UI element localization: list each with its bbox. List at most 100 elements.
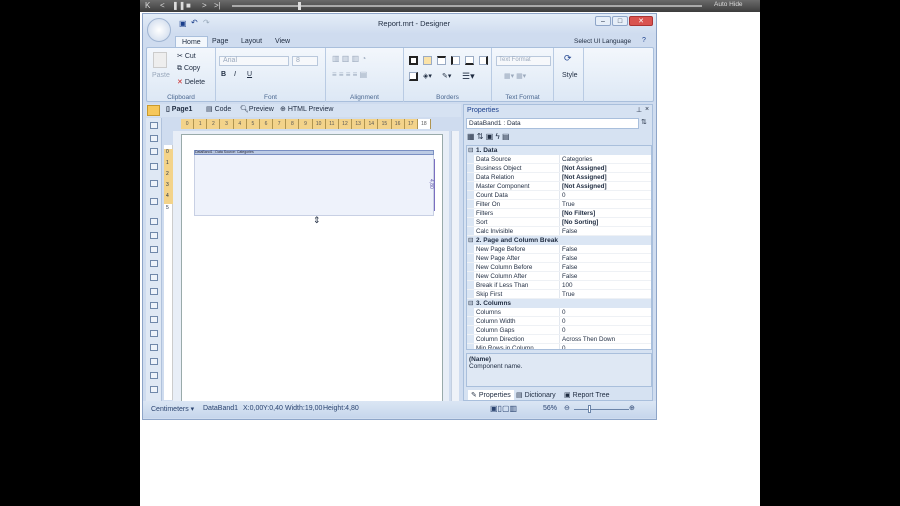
format-buttons[interactable]: ▦▾ ▦▾ <box>504 72 526 80</box>
property-row[interactable]: Skip First True <box>467 290 651 299</box>
units-select[interactable]: Centimeters ▾ <box>151 405 194 413</box>
tool-icon[interactable] <box>150 386 158 393</box>
tool-icon[interactable] <box>150 316 158 323</box>
tool-icon[interactable] <box>150 232 158 239</box>
close-button[interactable]: ✕ <box>629 16 653 26</box>
zoom-out-button[interactable]: ⊖ <box>564 404 570 412</box>
pointer-tool[interactable] <box>147 105 160 116</box>
tool-icon[interactable] <box>150 260 158 267</box>
tab-layout[interactable]: Layout <box>235 36 268 47</box>
language-select[interactable]: Select UI Language <box>574 38 631 45</box>
property-value[interactable]: 0 <box>560 317 566 325</box>
style-button[interactable]: Style <box>562 72 578 79</box>
left-border-icon[interactable] <box>451 56 460 65</box>
property-value[interactable]: 0 <box>560 344 566 349</box>
property-row[interactable]: Sort [No Sorting] <box>467 218 651 227</box>
component-select[interactable]: DataBand1 : Data <box>466 118 639 129</box>
halign-buttons[interactable]: ≡ ≡ ≡ ≡ ▤ <box>332 70 367 79</box>
property-value[interactable]: Across Then Down <box>560 335 615 343</box>
tab-dictionary[interactable]: ▤ Dictionary <box>516 391 556 399</box>
copy-button[interactable]: ⧉ Copy <box>177 65 200 73</box>
tab-page1[interactable]: ▯ Page1 <box>166 105 192 113</box>
close-panel-icon[interactable]: × <box>645 106 649 113</box>
barcode-tool-icon[interactable] <box>150 358 158 365</box>
bottom-border-icon[interactable] <box>465 56 474 65</box>
tab-html-preview[interactable]: ⊕ HTML Preview <box>280 105 333 113</box>
property-row[interactable]: Filters [No Filters] <box>467 209 651 218</box>
undo-icon[interactable]: ↶ <box>191 18 198 27</box>
text-format-select[interactable]: Text Format <box>496 56 551 66</box>
minimize-button[interactable]: – <box>595 16 611 26</box>
property-value[interactable]: [Not Assigned] <box>560 164 607 172</box>
valign-buttons[interactable]: ▥ ▥ ▥ ◔ <box>332 54 366 63</box>
property-row[interactable]: Min Rows in Column 0 <box>467 344 651 349</box>
cut-button[interactable]: ✂ Cut <box>177 52 196 60</box>
property-value[interactable]: [Not Assigned] <box>560 182 607 190</box>
property-value[interactable]: True <box>560 200 575 208</box>
maximize-button[interactable]: □ <box>612 16 628 26</box>
tool-icon[interactable] <box>150 274 158 281</box>
tab-view[interactable]: View <box>269 36 296 47</box>
cross-band-tool-icon[interactable] <box>150 180 158 187</box>
stop-button[interactable]: ■ <box>186 1 191 10</box>
font-name-select[interactable]: Arial <box>219 56 289 66</box>
zoom-in-button[interactable]: ⊕ <box>629 404 635 412</box>
vertical-scrollbar[interactable] <box>451 131 459 401</box>
save-icon[interactable]: ▣ <box>179 19 187 28</box>
property-row[interactable]: Data Relation [Not Assigned] <box>467 173 651 182</box>
report-page[interactable]: DataBand1 ; Data Source: Categories 4,80… <box>181 134 443 404</box>
property-row[interactable]: Filter On True <box>467 200 651 209</box>
property-row[interactable]: New Column After False <box>467 272 651 281</box>
italic-button[interactable]: I <box>234 71 236 78</box>
property-row[interactable]: Column Direction Across Then Down <box>467 335 651 344</box>
property-value[interactable]: False <box>560 272 577 280</box>
property-value[interactable]: 0 <box>560 326 566 334</box>
first-button[interactable]: K <box>145 1 150 10</box>
tab-page[interactable]: Page <box>206 36 234 47</box>
image-tool-icon[interactable] <box>150 246 158 253</box>
pin-icon[interactable]: ⊥ <box>636 106 642 114</box>
seek-handle[interactable] <box>298 2 301 10</box>
property-toolbar[interactable]: ▦ ⇅ ▣ ϟ ▤ <box>467 132 510 141</box>
property-row[interactable]: Master Component [Not Assigned] <box>467 182 651 191</box>
property-value[interactable]: [No Sorting] <box>560 218 598 226</box>
databand[interactable] <box>194 155 434 216</box>
redo-icon[interactable]: ↷ <box>203 18 210 27</box>
property-value[interactable]: Categories <box>560 155 592 163</box>
pause-button[interactable]: ❚❚ <box>172 1 185 10</box>
app-menu-button[interactable] <box>147 18 171 42</box>
fill-color-icon[interactable]: ◈▾ <box>423 72 432 80</box>
property-category[interactable]: 1. Data <box>467 146 651 155</box>
all-borders-icon[interactable] <box>409 56 418 65</box>
band-tool-icon[interactable] <box>150 163 158 170</box>
chart-tool-icon[interactable] <box>150 344 158 351</box>
no-border-icon[interactable] <box>423 56 432 65</box>
seek-bar[interactable] <box>232 5 702 7</box>
property-row[interactable]: Calc Invisible False <box>467 227 651 236</box>
auto-hide[interactable]: Auto Hide <box>714 1 743 8</box>
property-value[interactable]: False <box>560 254 577 262</box>
view-mode-buttons[interactable]: ▣▯▢▥ <box>490 404 517 413</box>
property-value[interactable]: 100 <box>560 281 573 289</box>
property-row[interactable]: Columns 0 <box>467 308 651 317</box>
tool-icon[interactable] <box>150 372 158 379</box>
shadow-icon[interactable] <box>409 72 418 81</box>
text-tool-icon[interactable] <box>150 135 158 142</box>
property-grid[interactable]: 1. DataData SourceCategoriesBusiness Obj… <box>466 145 652 350</box>
tool-icon[interactable] <box>150 302 158 309</box>
property-value[interactable]: [No Filters] <box>560 209 595 217</box>
zoom-slider-handle[interactable] <box>588 405 591 413</box>
property-value[interactable]: 0 <box>560 191 566 199</box>
paste-button[interactable]: Paste <box>152 72 170 79</box>
zoom-slider[interactable] <box>574 409 629 410</box>
property-row[interactable]: Data Source Categories <box>467 155 651 164</box>
property-value[interactable]: 0 <box>560 308 566 316</box>
tab-preview[interactable]: 🔍︎Preview <box>240 105 274 113</box>
prev-button[interactable]: < <box>160 1 165 10</box>
property-value[interactable]: False <box>560 245 577 253</box>
hand-tool-icon[interactable] <box>150 122 158 129</box>
next-button[interactable]: > <box>202 1 207 10</box>
property-category[interactable]: 2. Page and Column Break <box>467 236 651 245</box>
font-size-select[interactable]: 8 <box>292 56 318 66</box>
property-row[interactable]: Column Width 0 <box>467 317 651 326</box>
